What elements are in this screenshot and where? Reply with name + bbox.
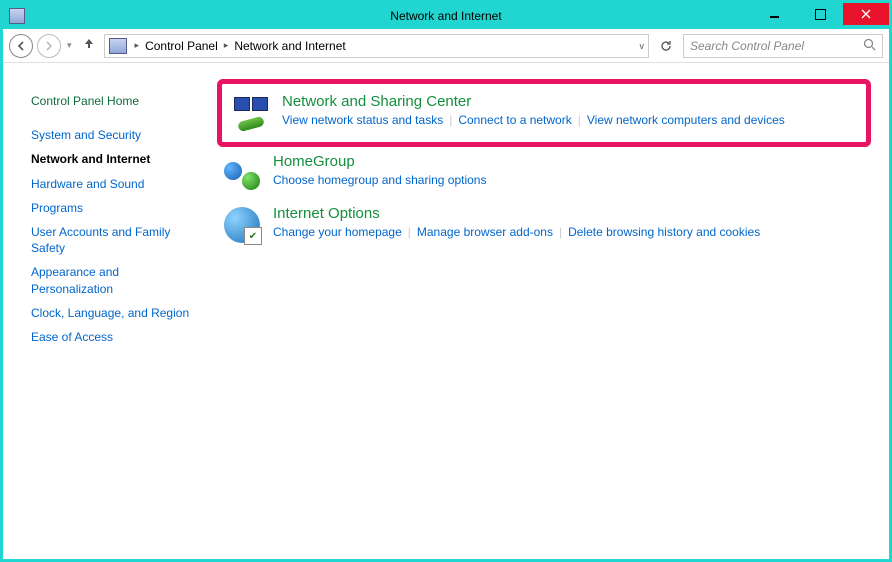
chevron-right-icon[interactable]: ▸ <box>220 40 233 51</box>
internet-options-link[interactable]: Internet Options <box>273 205 380 222</box>
sidebar-item-appearance[interactable]: Appearance and Personalization <box>31 260 199 300</box>
category-homegroup: HomeGroup Choose homegroup and sharing o… <box>217 147 871 199</box>
homegroup-link[interactable]: HomeGroup <box>273 153 355 170</box>
breadcrumb-seg-network[interactable]: Network and Internet <box>232 39 347 53</box>
recent-locations-dropdown[interactable]: ▾ <box>65 40 74 51</box>
chevron-right-icon[interactable]: ▸ <box>131 40 144 51</box>
category-body: Internet Options Change your homepage|Ma… <box>273 205 760 245</box>
main-panel: Network and Sharing Center View network … <box>209 63 889 559</box>
search-input[interactable] <box>690 39 876 53</box>
breadcrumb-label: Control Panel <box>145 39 218 53</box>
close-icon <box>861 9 871 19</box>
breadcrumb[interactable]: ▸ Control Panel ▸ Network and Internet v <box>104 34 649 58</box>
homegroup-icon[interactable] <box>221 153 263 193</box>
network-sharing-link[interactable]: Network and Sharing Center <box>282 93 471 110</box>
category-body: Network and Sharing Center View network … <box>282 93 785 133</box>
refresh-icon <box>659 39 673 53</box>
sidebar-item-hardware-sound[interactable]: Hardware and Sound <box>31 172 199 196</box>
minimize-button[interactable] <box>751 3 797 25</box>
manage-addons-link[interactable]: Manage browser add-ons <box>417 225 553 239</box>
view-network-computers-link[interactable]: View network computers and devices <box>587 113 785 127</box>
network-sharing-icon[interactable] <box>230 93 272 133</box>
breadcrumb-seg-control-panel[interactable]: Control Panel <box>143 39 220 53</box>
maximize-button[interactable] <box>797 3 843 25</box>
divider: | <box>572 113 587 127</box>
divider: | <box>402 225 417 239</box>
sidebar-item-system-security[interactable]: System and Security <box>31 123 199 147</box>
breadcrumb-label: Network and Internet <box>234 39 345 53</box>
view-network-status-link[interactable]: View network status and tasks <box>282 113 443 127</box>
sidebar-item-user-accounts[interactable]: User Accounts and Family Safety <box>31 220 199 260</box>
control-panel-home-link[interactable]: Control Panel Home <box>31 89 199 113</box>
arrow-up-icon <box>82 36 96 50</box>
highlight-box: Network and Sharing Center View network … <box>217 79 871 147</box>
sidebar-item-network-internet[interactable]: Network and Internet <box>31 147 199 171</box>
sidebar-item-clock-language[interactable]: Clock, Language, and Region <box>31 301 199 325</box>
connect-network-link[interactable]: Connect to a network <box>458 113 571 127</box>
back-button[interactable] <box>9 34 33 58</box>
choose-homegroup-link[interactable]: Choose homegroup and sharing options <box>273 173 486 187</box>
search-box[interactable] <box>683 34 883 58</box>
category-internet-options: Internet Options Change your homepage|Ma… <box>217 199 871 251</box>
category-links: Change your homepage|Manage browser add-… <box>273 225 760 239</box>
delete-history-link[interactable]: Delete browsing history and cookies <box>568 225 760 239</box>
category-links: View network status and tasks|Connect to… <box>282 113 785 127</box>
sidebar: Control Panel Home System and Security N… <box>3 63 209 559</box>
app-icon <box>9 8 25 24</box>
breadcrumb-dropdown[interactable]: v <box>640 41 645 51</box>
up-button[interactable] <box>78 36 100 55</box>
window-controls <box>751 3 889 25</box>
sidebar-item-ease-of-access[interactable]: Ease of Access <box>31 325 199 349</box>
divider: | <box>443 113 458 127</box>
arrow-right-icon <box>43 40 55 52</box>
window-title: Network and Internet <box>390 9 501 23</box>
change-homepage-link[interactable]: Change your homepage <box>273 225 402 239</box>
nav-toolbar: ▾ ▸ Control Panel ▸ Network and Internet… <box>3 29 889 63</box>
titlebar: Network and Internet <box>3 3 889 29</box>
forward-button[interactable] <box>37 34 61 58</box>
close-button[interactable] <box>843 3 889 25</box>
category-links: Choose homegroup and sharing options <box>273 173 486 187</box>
refresh-button[interactable] <box>653 34 679 58</box>
content-body: Control Panel Home System and Security N… <box>3 63 889 559</box>
control-panel-icon <box>109 38 127 54</box>
window: Network and Internet ▾ ▸ Control Panel ▸… <box>0 0 892 562</box>
arrow-left-icon <box>15 40 27 52</box>
category-network-sharing: Network and Sharing Center View network … <box>226 87 856 139</box>
sidebar-item-programs[interactable]: Programs <box>31 196 199 220</box>
divider: | <box>553 225 568 239</box>
category-body: HomeGroup Choose homegroup and sharing o… <box>273 153 486 193</box>
search-icon[interactable] <box>863 38 876 54</box>
internet-options-icon[interactable] <box>221 205 263 245</box>
